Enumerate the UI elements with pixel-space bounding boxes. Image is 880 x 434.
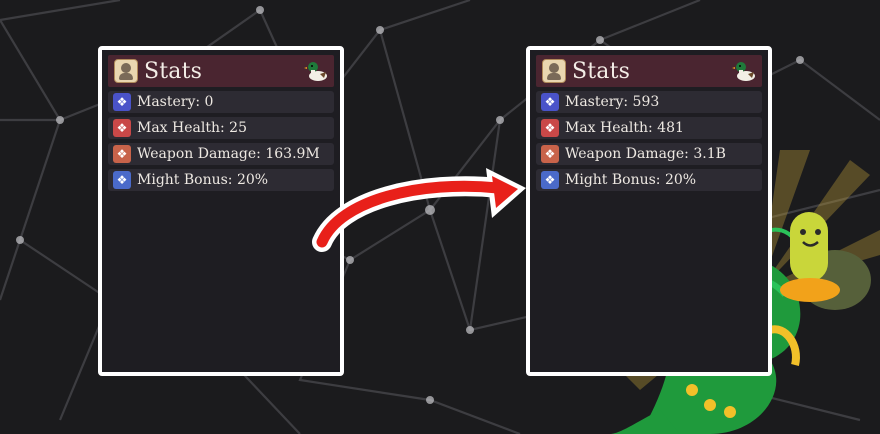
stat-label: Max Health: 25 bbox=[137, 120, 247, 136]
stat-label: Max Health: 481 bbox=[565, 120, 684, 136]
stat-row-max-health: ❖ Max Health: 25 bbox=[108, 117, 334, 139]
orange-diamond-icon: ❖ bbox=[541, 145, 559, 163]
blue-diamond-icon: ❖ bbox=[113, 93, 131, 111]
red-diamond-icon: ❖ bbox=[541, 119, 559, 137]
arrow-icon bbox=[312, 168, 526, 252]
stat-label: Weapon Damage: 3.1B bbox=[565, 146, 726, 162]
panel-title: Stats bbox=[144, 58, 203, 84]
stat-row-weapon-damage: ❖ Weapon Damage: 3.1B bbox=[536, 143, 762, 165]
panel-title: Stats bbox=[572, 58, 631, 84]
stat-label: Mastery: 0 bbox=[137, 94, 214, 110]
stat-row-might-bonus: ❖ Might Bonus: 20% bbox=[536, 169, 762, 191]
blue-diamond-icon: ❖ bbox=[113, 171, 131, 189]
duck-icon bbox=[304, 62, 327, 81]
panel-header: Stats bbox=[108, 55, 334, 87]
stat-label: Weapon Damage: 163.9M bbox=[137, 146, 320, 162]
stat-label: Might Bonus: 20% bbox=[565, 172, 697, 188]
red-diamond-icon: ❖ bbox=[113, 119, 131, 137]
character-stats-icon bbox=[114, 59, 138, 83]
character-stats-icon bbox=[542, 59, 566, 83]
stats-panel-after: Stats ❖ Mastery: 593 ❖ Max Health: 481 ❖… bbox=[526, 46, 772, 376]
blue-diamond-icon: ❖ bbox=[541, 93, 559, 111]
blue-diamond-icon: ❖ bbox=[541, 171, 559, 189]
panel-header: Stats bbox=[536, 55, 762, 87]
stat-row-mastery: ❖ Mastery: 0 bbox=[108, 91, 334, 113]
stat-label: Mastery: 593 bbox=[565, 94, 660, 110]
orange-diamond-icon: ❖ bbox=[113, 145, 131, 163]
stat-row-mastery: ❖ Mastery: 593 bbox=[536, 91, 762, 113]
stat-row-max-health: ❖ Max Health: 481 bbox=[536, 117, 762, 139]
duck-icon bbox=[732, 62, 755, 81]
stat-label: Might Bonus: 20% bbox=[137, 172, 269, 188]
